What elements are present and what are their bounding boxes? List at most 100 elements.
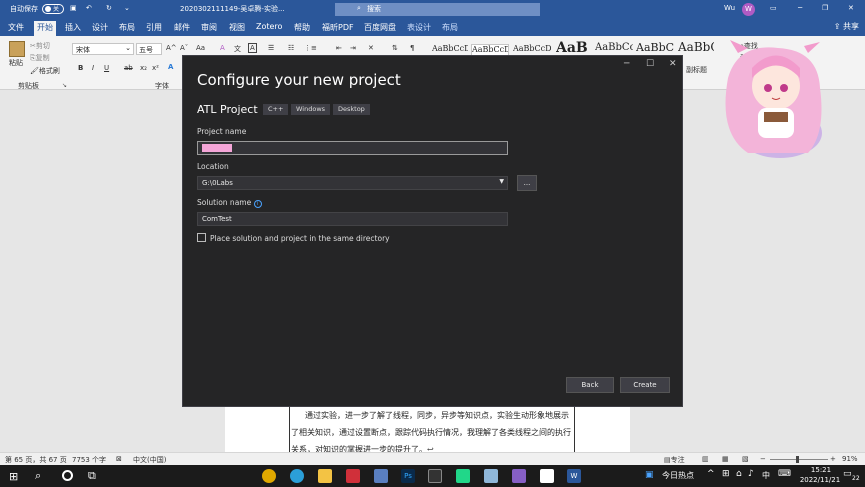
cut-button[interactable]: ✂剪切 <box>30 41 50 51</box>
shrink-font-icon[interactable]: Aˇ <box>180 44 188 52</box>
news-label[interactable]: 今日热点 <box>662 470 694 481</box>
user-name[interactable]: Wu <box>724 4 735 12</box>
notification-icon[interactable]: ▭ <box>843 469 852 479</box>
read-mode-icon[interactable]: ▥ <box>702 455 709 463</box>
copy-button[interactable]: ⎘复制 <box>30 53 50 63</box>
tray-chevron-icon[interactable]: ^ <box>707 469 715 479</box>
cortana-icon[interactable] <box>62 470 73 481</box>
bold-icon[interactable]: B <box>78 64 83 72</box>
tab-references[interactable]: 引用 <box>146 22 162 33</box>
zoom-slider[interactable] <box>770 456 828 463</box>
app-icon-3[interactable] <box>484 469 498 483</box>
dialog-maximize-icon[interactable]: ☐ <box>646 59 654 69</box>
windows-start-icon[interactable]: ⊞ <box>9 470 18 483</box>
zoom-level[interactable]: 91% <box>842 455 858 463</box>
tab-layout[interactable]: 布局 <box>119 22 135 33</box>
tab-mailings[interactable]: 邮件 <box>174 22 190 33</box>
solution-name-input[interactable]: ComTest <box>197 212 508 226</box>
redo-icon[interactable]: ↻ <box>106 4 112 12</box>
network-icon[interactable]: ⌂ <box>736 469 742 479</box>
location-combobox[interactable]: G:\0Labs ▼ <box>197 176 508 190</box>
customize-quick-access-icon[interactable]: ⌄ <box>124 4 130 12</box>
save-icon[interactable]: ▣ <box>70 4 77 12</box>
strikethrough-icon[interactable]: ab <box>124 64 133 72</box>
tab-help[interactable]: 帮助 <box>294 22 310 33</box>
change-case-icon[interactable]: Aa <box>196 44 205 52</box>
clipboard-dialog-launcher-icon[interactable]: ↘ <box>62 82 67 89</box>
tab-design[interactable]: 设计 <box>92 22 108 33</box>
visual-studio-icon[interactable] <box>512 469 526 483</box>
minimize-icon[interactable]: ─ <box>798 4 802 12</box>
tab-baidu-netdisk[interactable]: 百度网盘 <box>364 22 396 33</box>
autosave-toggle[interactable]: 关 <box>42 4 64 14</box>
tab-foxit-pdf[interactable]: 福昕PDF <box>322 22 354 33</box>
share-button[interactable]: ⇪ 共享 <box>834 21 859 32</box>
increase-indent-icon[interactable]: ⇥ <box>350 44 356 52</box>
language-indicator[interactable]: 中文(中国) <box>133 455 166 465</box>
ime-indicator[interactable]: 中 <box>762 470 770 481</box>
show-formatting-icon[interactable]: ¶ <box>410 44 414 52</box>
zoom-in-icon[interactable]: + <box>830 455 836 463</box>
task-view-icon[interactable]: ⧉ <box>88 469 96 483</box>
tray-app-icon[interactable]: ⊞ <box>722 469 730 479</box>
tab-insert[interactable]: 插入 <box>65 22 81 33</box>
dialog-minimize-icon[interactable]: ─ <box>624 59 629 69</box>
terminal-icon[interactable] <box>428 469 442 483</box>
clear-formatting-icon[interactable]: A <box>220 44 225 52</box>
dialog-close-icon[interactable]: ✕ <box>669 59 677 69</box>
word-count[interactable]: 7753 个字 <box>72 455 106 465</box>
keyboard-icon[interactable]: ⌨ <box>778 469 791 479</box>
app-icon-1[interactable] <box>346 469 360 483</box>
news-icon[interactable]: ▣ <box>645 470 654 480</box>
photoshop-icon[interactable]: Ps <box>401 469 415 483</box>
font-size-select[interactable]: 五号 <box>136 43 162 55</box>
tab-view[interactable]: 视图 <box>229 22 245 33</box>
user-avatar[interactable]: W <box>742 3 755 16</box>
underline-icon[interactable]: U <box>104 64 109 72</box>
superscript-icon[interactable]: x² <box>152 64 159 72</box>
print-layout-icon[interactable]: ▦ <box>722 455 729 463</box>
chinese-layout-icon[interactable]: ✕ <box>368 44 374 52</box>
tab-file[interactable]: 文件 <box>8 22 24 33</box>
document-title[interactable]: 2020302111149-吴卓腾-实验... <box>180 4 285 14</box>
zoom-out-icon[interactable]: − <box>760 455 766 463</box>
chrome-icon[interactable] <box>262 469 276 483</box>
word-icon[interactable]: W <box>567 469 581 483</box>
tab-table-layout[interactable]: 布局 <box>442 22 458 33</box>
grow-font-icon[interactable]: A^ <box>166 44 177 52</box>
multilevel-list-icon[interactable]: ⋮≡ <box>304 44 317 52</box>
create-button[interactable]: Create <box>620 377 670 393</box>
tab-table-design[interactable]: 表设计 <box>407 22 431 33</box>
undo-icon[interactable]: ↶ <box>86 4 92 12</box>
info-icon[interactable]: i <box>253 200 262 208</box>
proofing-icon[interactable]: ⊠ <box>116 455 122 463</box>
search-icon[interactable]: ⌕ <box>35 469 41 483</box>
numbering-icon[interactable]: ☷ <box>288 44 294 52</box>
edge-icon[interactable] <box>290 469 304 483</box>
app-icon-2[interactable] <box>374 469 388 483</box>
subscript-icon[interactable]: x₂ <box>140 64 147 72</box>
pycharm-icon[interactable] <box>456 469 470 483</box>
tab-review[interactable]: 审阅 <box>201 22 217 33</box>
restore-icon[interactable]: ❐ <box>822 4 828 12</box>
volume-icon[interactable]: ♪ <box>748 469 754 479</box>
paste-button[interactable]: 粘贴 <box>9 58 23 68</box>
decrease-indent-icon[interactable]: ⇤ <box>336 44 342 52</box>
bullets-icon[interactable]: ☰ <box>268 44 274 52</box>
clock-time[interactable]: 15:21 <box>800 466 842 474</box>
clock-date[interactable]: 2022/11/21 <box>796 476 844 484</box>
same-directory-checkbox[interactable] <box>197 233 206 242</box>
italic-icon[interactable]: I <box>92 64 94 72</box>
ribbon-display-icon[interactable]: ▭ <box>770 4 777 12</box>
project-name-input[interactable]: ComTest <box>197 141 508 155</box>
paste-icon[interactable] <box>9 41 25 57</box>
close-icon[interactable]: ✕ <box>848 4 854 12</box>
sort-icon[interactable]: ⇅ <box>392 44 398 52</box>
text-effects-icon[interactable]: A <box>168 63 173 71</box>
file-explorer-icon[interactable] <box>318 469 332 483</box>
font-name-select[interactable]: 宋体 ⌄ <box>72 43 134 55</box>
page-count[interactable]: 第 65 页，共 67 页 <box>5 455 67 465</box>
character-border-icon[interactable]: A <box>248 43 257 53</box>
app-icon-4[interactable] <box>540 469 554 483</box>
same-directory-label[interactable]: Place solution and project in the same d… <box>210 234 390 243</box>
